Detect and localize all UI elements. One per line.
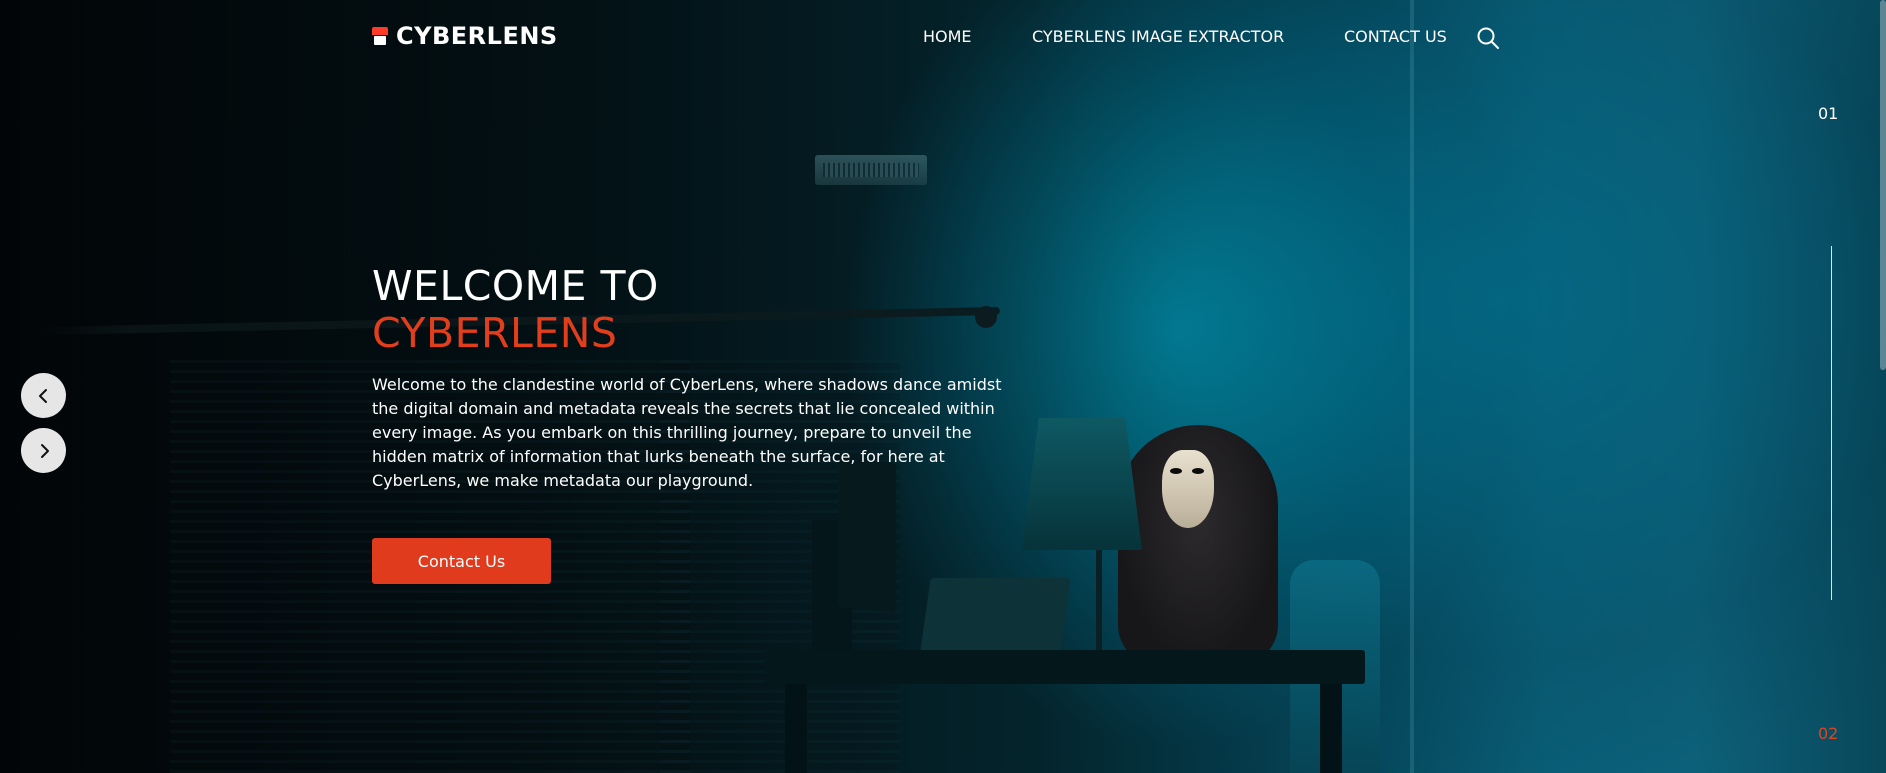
desk-leg	[785, 684, 807, 773]
nav-item-home[interactable]: HOME	[923, 27, 972, 46]
scrollbar-thumb[interactable]	[1880, 0, 1886, 370]
nav-item-image-extractor[interactable]: CYBERLENS IMAGE EXTRACTOR	[1032, 27, 1284, 46]
nav-item-contact-us[interactable]: CONTACT US	[1344, 27, 1447, 46]
mask-eye	[1170, 468, 1182, 474]
lamp-stem	[1096, 550, 1102, 660]
wall-corner	[1410, 0, 1414, 773]
mask-eye	[1192, 468, 1204, 474]
search-button[interactable]	[1476, 26, 1500, 50]
contact-us-button[interactable]: Contact Us	[372, 538, 551, 584]
prev-slide-button[interactable]	[21, 373, 66, 418]
search-icon	[1477, 27, 1499, 49]
hero-section: CYBERLENS HOME CYBERLENS IMAGE EXTRACTOR…	[0, 0, 1886, 773]
desk-leg	[1320, 684, 1342, 773]
slide-number-current: 01	[1818, 104, 1839, 123]
chevron-right-icon	[40, 443, 49, 458]
camera-logo-icon	[372, 27, 388, 45]
slide-progress-line	[1831, 246, 1832, 600]
next-slide-button[interactable]	[21, 428, 66, 473]
hero-title-line1: WELCOME TO	[372, 262, 659, 310]
hero-description: Welcome to the clandestine world of Cybe…	[372, 375, 1002, 490]
slide-number-next[interactable]: 02	[1818, 724, 1838, 743]
desk	[765, 650, 1365, 684]
laptop	[919, 578, 1071, 658]
ceiling-vent	[815, 155, 927, 185]
chevron-left-icon	[38, 388, 47, 403]
hero-title-line2: CYBERLENS	[372, 309, 618, 357]
lamp-shade	[1022, 418, 1142, 550]
mask	[1162, 450, 1214, 528]
brand-logo[interactable]: CYBERLENS	[372, 22, 558, 50]
curtain-rod-finial	[975, 306, 997, 328]
brand-name: CYBERLENS	[396, 22, 558, 50]
